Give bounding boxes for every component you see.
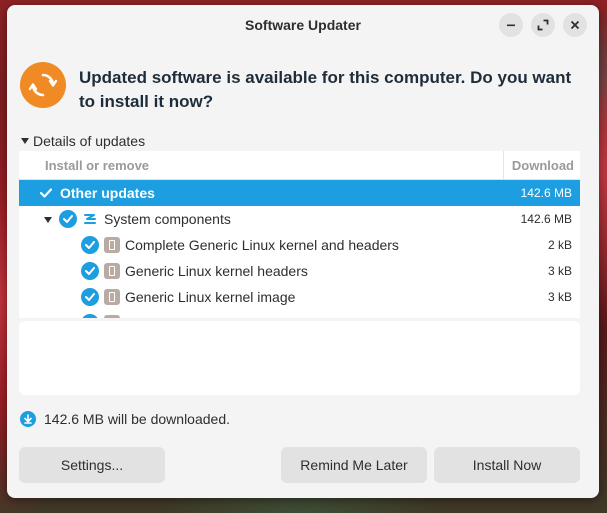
updates-tree[interactable]: Install or remove Download Other updates… [19, 151, 580, 318]
system-components-icon [84, 214, 96, 224]
tree-row-package[interactable]: Generic Linux kernel image 3 kB [19, 284, 580, 310]
remind-me-later-button[interactable]: Remind Me Later [281, 447, 427, 483]
download-summary: 142.6 MB will be downloaded. [20, 411, 230, 427]
close-icon [570, 20, 580, 30]
column-header-install[interactable]: Install or remove [45, 158, 149, 173]
title-bar[interactable]: Software Updater [7, 5, 599, 45]
settings-button[interactable]: Settings... [19, 447, 165, 483]
row-size: 3 kB [547, 290, 572, 304]
maximize-icon [537, 19, 549, 31]
column-header-download-label: Download [511, 158, 574, 173]
software-updater-icon [20, 62, 66, 108]
row-size: 2 kB [547, 238, 572, 252]
expander-arrow-icon[interactable] [44, 217, 52, 223]
install-now-button[interactable]: Install Now [434, 447, 580, 483]
row-size: 142.6 MB [520, 212, 572, 226]
checkbox-checked[interactable] [59, 210, 77, 228]
row-label: Other updates [60, 185, 155, 201]
download-summary-text: 142.6 MB will be downloaded. [44, 411, 231, 427]
tree-row-package[interactable]: Complete Generic Linux kernel and header… [19, 232, 580, 258]
tree-row-package[interactable]: Generic Linux kernel headers 3 kB [19, 258, 580, 284]
package-icon [104, 263, 120, 279]
row-label: Generic Linux kernel headers [125, 263, 308, 279]
tree-row-other-updates[interactable]: Other updates 142.6 MB [19, 180, 580, 206]
update-headline: Updated software is available for this c… [79, 68, 572, 111]
minimize-icon [507, 24, 515, 27]
checkbox-checked[interactable] [81, 262, 99, 280]
check-icon[interactable] [40, 188, 52, 198]
maximize-button[interactable] [531, 13, 555, 37]
checkbox-checked[interactable] [81, 288, 99, 306]
package-icon [104, 315, 120, 318]
row-label: System components [104, 211, 231, 227]
details-expander[interactable]: Details of updates [21, 133, 145, 149]
description-pane[interactable] [19, 321, 580, 395]
expander-arrow-icon [21, 138, 29, 144]
row-label: Generic Linux kernel image [125, 289, 296, 305]
details-label: Details of updates [33, 133, 146, 149]
software-updater-window: Software Updater Updated software is ava… [7, 5, 599, 498]
checkbox-checked[interactable] [81, 314, 99, 318]
package-icon [104, 237, 120, 253]
checkbox-checked[interactable] [81, 236, 99, 254]
download-icon [20, 411, 36, 427]
tree-row-partial[interactable] [19, 310, 580, 318]
row-size: 3 kB [547, 264, 572, 278]
row-label: Complete Generic Linux kernel and header… [125, 237, 399, 253]
column-header-download[interactable]: Download [503, 151, 580, 179]
close-button[interactable] [563, 13, 587, 37]
tree-row-system-components[interactable]: System components 142.6 MB [19, 206, 580, 232]
package-icon [104, 289, 120, 305]
tree-header: Install or remove Download [19, 151, 580, 180]
minimize-button[interactable] [499, 13, 523, 37]
row-size: 142.6 MB [520, 186, 572, 200]
